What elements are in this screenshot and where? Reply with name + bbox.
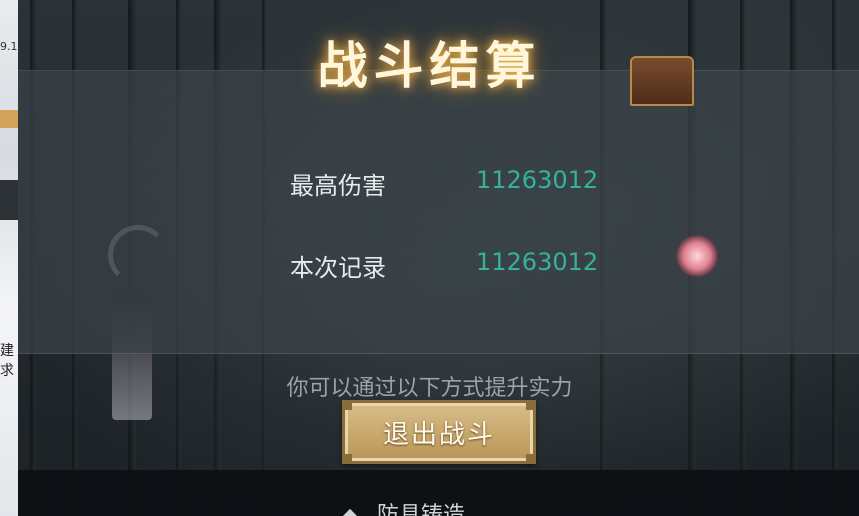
improve-hint-text: 你可以通过以下方式提升实力 <box>286 376 573 401</box>
armor-forge-label: 防具铸造 <box>377 503 466 516</box>
button-corner-decoration <box>526 400 536 410</box>
diamond-bullet-icon <box>342 508 358 516</box>
button-corner-decoration <box>526 454 536 464</box>
background-block <box>0 180 18 220</box>
exit-battle-button[interactable]: 退出战斗 <box>342 400 536 464</box>
result-panel <box>18 70 859 354</box>
this-record-label: 本次记录 <box>290 254 386 282</box>
button-corner-decoration <box>342 454 352 464</box>
button-corner-decoration <box>342 400 352 410</box>
armor-forge-option[interactable]: 防具铸造 <box>342 497 466 516</box>
battle-result-title: 战斗结算 <box>317 36 542 95</box>
background-bar <box>0 110 18 128</box>
max-damage-label: 最高伤害 <box>290 172 386 200</box>
this-record-value: 11263012 <box>476 248 599 276</box>
flower-emblem-icon <box>676 235 718 277</box>
max-damage-value: 11263012 <box>476 166 599 194</box>
game-scene: 9.1 建求 战斗结算 最高伤害 11263012 本次记录 11263012 … <box>0 0 859 516</box>
exit-battle-label: 退出战斗 <box>382 419 495 450</box>
